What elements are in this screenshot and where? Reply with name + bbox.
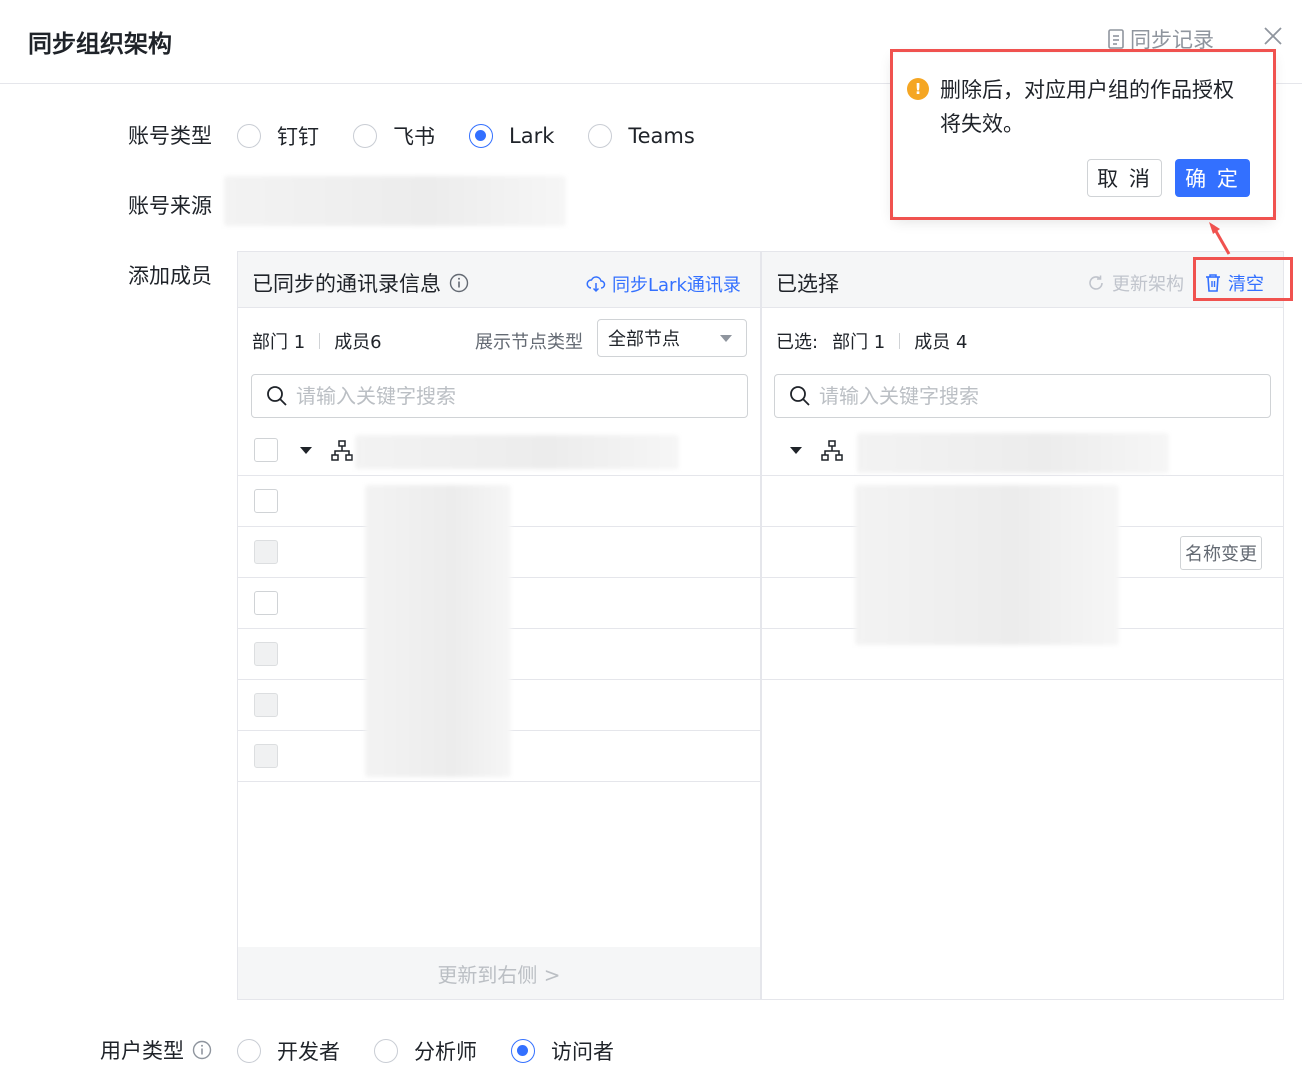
search-icon [790,386,810,406]
right-stats: 已选: 部门 1 成员 4 [776,328,967,354]
tree-root-row[interactable] [762,425,1283,476]
account-source-label: 账号来源 [128,194,212,218]
radio-developer[interactable]: 开发者 [237,1036,340,1066]
radio-circle-selected [511,1039,535,1063]
org-name-redacted [857,433,1169,473]
radio-viewer[interactable]: 访问者 [511,1036,614,1066]
account-type-label: 账号类型 [128,124,212,148]
radio-label: 飞书 [393,125,435,149]
selected-member-count: 成员 4 [914,332,968,353]
highlight-frame-popover [890,49,1276,220]
close-icon[interactable] [1261,24,1285,48]
radio-circle [237,124,261,148]
radio-label: 开发者 [277,1040,340,1064]
caret-down-icon[interactable] [300,447,312,454]
update-to-right-button[interactable]: 更新到右侧 > [238,947,760,999]
selected-panel: 已选择 更新架构 清空 已选: 部门 1 成员 4 请输入关键字搜索 名称变更 [761,251,1284,1000]
checkbox-disabled [254,693,278,717]
radio-circle [588,124,613,148]
radio-circle [374,1039,398,1063]
highlight-frame-clear [1193,257,1293,301]
radio-circle [237,1039,261,1063]
divider [319,333,321,349]
caret-down-icon[interactable] [790,447,802,454]
panel-title: 已选择 [776,272,839,296]
update-architecture-button[interactable]: 更新架构 [1086,270,1184,296]
left-search-box[interactable] [251,374,748,418]
radio-feishu[interactable]: 飞书 [353,121,435,151]
checkbox[interactable] [254,489,278,513]
checkbox-disabled [254,642,278,666]
right-search-input[interactable] [819,384,1219,408]
member-names-redacted [365,485,511,777]
info-icon[interactable] [192,1040,212,1060]
modal-title: 同步组织架构 [28,30,172,58]
radio-label: Teams [628,124,695,148]
radio-label: 钉钉 [277,125,319,149]
account-type-radio-group: 钉钉 飞书 Lark Teams [237,121,729,151]
user-type-label: 用户类型 [100,1039,184,1063]
chevron-down-icon [720,335,732,342]
radio-circle [353,124,377,148]
checkbox-disabled [254,744,278,768]
node-type-label: 展示节点类型 [475,332,583,353]
checkbox[interactable] [254,591,278,615]
radio-circle-selected [469,124,493,148]
refresh-icon [1089,275,1103,290]
search-icon [267,386,287,406]
panel-title: 已同步的通讯录信息 [252,268,469,298]
org-tree-icon [331,440,353,461]
update-architecture-label: 更新架构 [1112,274,1184,295]
left-stats: 部门 1 成员6 [252,328,382,354]
sync-lark-label: 同步Lark通讯录 [612,275,741,296]
left-search-input[interactable] [296,384,696,408]
info-icon[interactable] [449,273,469,293]
tree-root-row[interactable] [238,425,760,476]
checkbox[interactable] [254,438,278,462]
panel-header: 已同步的通讯录信息 同步Lark通讯录 [238,252,760,308]
node-type-select[interactable]: 全部节点 [597,319,747,357]
radio-label: 访问者 [551,1040,614,1064]
account-source-value-redacted [224,176,566,226]
sync-lark-contacts-button[interactable]: 同步Lark通讯录 [586,271,741,297]
add-members-label: 添加成员 [128,264,212,288]
checkbox-disabled [254,540,278,564]
divider [899,333,901,349]
selected-label: 已选: [776,332,819,353]
radio-teams[interactable]: Teams [588,124,695,148]
annotation-arrow-icon [1209,222,1231,255]
org-name-redacted [355,435,679,469]
node-type-value: 全部节点 [608,329,680,350]
radio-dingtalk[interactable]: 钉钉 [237,121,319,151]
radio-label: Lark [509,124,555,148]
radio-lark[interactable]: Lark [469,124,554,148]
user-type-radio-group: 开发者 分析师 访问者 [237,1036,648,1066]
list-document-icon [1108,29,1124,49]
radio-label: 分析师 [414,1040,477,1064]
user-type-label-group: 用户类型 [100,1035,212,1065]
synced-contacts-panel: 已同步的通讯录信息 同步Lark通讯录 部门 1 成员6 展示节点类型 全部节点 [237,251,761,1000]
dept-count: 部门 1 [252,332,306,353]
panel-title-text: 已同步的通讯录信息 [252,272,441,296]
member-count: 成员6 [334,332,382,353]
cloud-sync-icon [586,276,606,293]
radio-analyst[interactable]: 分析师 [374,1036,477,1066]
right-search-box[interactable] [774,374,1271,418]
selected-member-names-redacted [855,485,1119,645]
org-tree-icon [821,440,843,461]
rename-tag: 名称变更 [1180,536,1262,570]
selected-dept-count: 部门 1 [832,332,886,353]
